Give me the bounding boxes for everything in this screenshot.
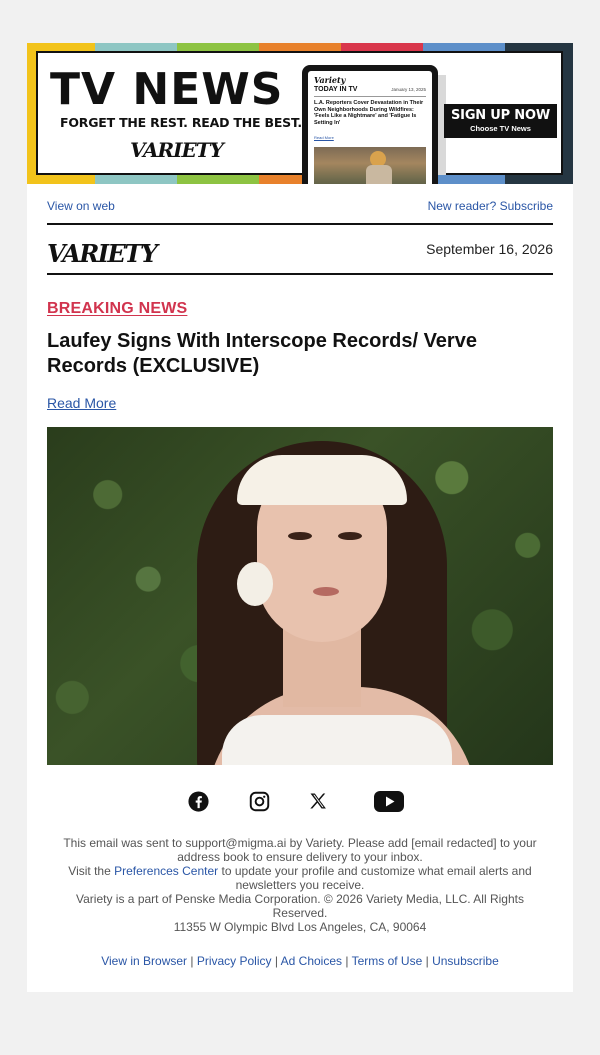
banner-title: TV NEWS	[50, 64, 284, 115]
banner-tagline: FORGET THE REST. READ THE BEST.	[60, 115, 302, 130]
banner-variety-logo: VARIETY	[130, 138, 224, 162]
banner-panel: TV NEWS FORGET THE REST. READ THE BEST. …	[36, 51, 563, 184]
footer-address: 11355 W Olympic Blvd Los Angeles, CA, 90…	[173, 920, 427, 934]
portrait-dress	[222, 715, 452, 765]
footer-visit-suffix: to update your profile and customize wha…	[218, 864, 532, 892]
footer-copyright: Variety is a part of Penske Media Corpor…	[76, 892, 524, 920]
signup-button[interactable]: SIGN UP NOW Choose TV News	[444, 104, 557, 138]
social-links	[27, 788, 573, 814]
unsubscribe-link[interactable]: Unsubscribe	[432, 954, 499, 968]
tablet-photo-figure-body	[366, 165, 392, 184]
email-container: TV NEWS FORGET THE REST. READ THE BEST. …	[27, 43, 573, 992]
terms-of-use-link[interactable]: Terms of Use	[352, 954, 423, 968]
masthead-bottom-rule	[47, 273, 553, 275]
tablet-section: TODAY IN TV	[314, 86, 358, 93]
footer-link-separator: |	[187, 954, 197, 968]
x-icon[interactable]	[307, 788, 329, 814]
portrait-lips	[313, 587, 339, 596]
article-headline[interactable]: Laufey Signs With Interscope Records/ Ve…	[47, 329, 537, 379]
tablet-divider	[314, 96, 426, 97]
youtube-icon[interactable]	[373, 788, 405, 814]
subscribe-link[interactable]: New reader? Subscribe	[428, 199, 553, 213]
read-more-link[interactable]: Read More	[47, 395, 116, 411]
facebook-icon[interactable]	[187, 788, 209, 814]
variety-logo[interactable]: VARIETY	[47, 239, 158, 268]
tv-news-banner[interactable]: TV NEWS FORGET THE REST. READ THE BEST. …	[27, 43, 573, 184]
tablet-headline: L.A. Reporters Cover Devastation in Thei…	[314, 100, 424, 126]
tablet-mockup: Variety TODAY IN TV January 13, 2025 L.A…	[302, 65, 438, 184]
tablet-date: January 13, 2025	[391, 87, 426, 92]
tablet-screen: Variety TODAY IN TV January 13, 2025 L.A…	[308, 71, 432, 184]
footer-visit-prefix: Visit the	[68, 864, 115, 878]
footer-link-separator: |	[342, 954, 352, 968]
tablet-logo: Variety	[314, 75, 346, 85]
footer-link-separator: |	[422, 954, 433, 968]
masthead-top-rule	[47, 223, 553, 225]
portrait-eye	[338, 532, 362, 540]
view-on-web-link[interactable]: View on web	[47, 199, 115, 213]
signup-label: SIGN UP NOW	[451, 108, 550, 123]
portrait-headband	[237, 455, 407, 505]
top-links: View on web New reader? Subscribe	[47, 199, 553, 215]
view-in-browser-link[interactable]: View in Browser	[101, 954, 187, 968]
signup-sublabel: Choose TV News	[470, 124, 531, 133]
breaking-news-kicker: BREAKING NEWS	[47, 300, 188, 317]
portrait-eye	[288, 532, 312, 540]
portrait-earring	[237, 562, 273, 606]
footer-link-separator: |	[271, 954, 281, 968]
tablet-read-more: Read More	[314, 135, 334, 140]
privacy-policy-link[interactable]: Privacy Policy	[197, 954, 272, 968]
tablet-photo	[314, 147, 426, 184]
article-hero-image[interactable]	[47, 427, 553, 765]
footer-sent-notice: This email was sent to support@migma.ai …	[63, 836, 537, 864]
footer-text: This email was sent to support@migma.ai …	[53, 836, 547, 934]
preferences-center-link[interactable]: Preferences Center	[114, 864, 218, 878]
issue-date: September 16, 2026	[426, 241, 553, 257]
ad-choices-link[interactable]: Ad Choices	[281, 954, 342, 968]
footer-links: View in Browser | Privacy Policy | Ad Ch…	[27, 954, 573, 968]
footer-preferences: Visit the Preferences Center to update y…	[53, 864, 547, 892]
instagram-icon[interactable]	[248, 788, 270, 814]
